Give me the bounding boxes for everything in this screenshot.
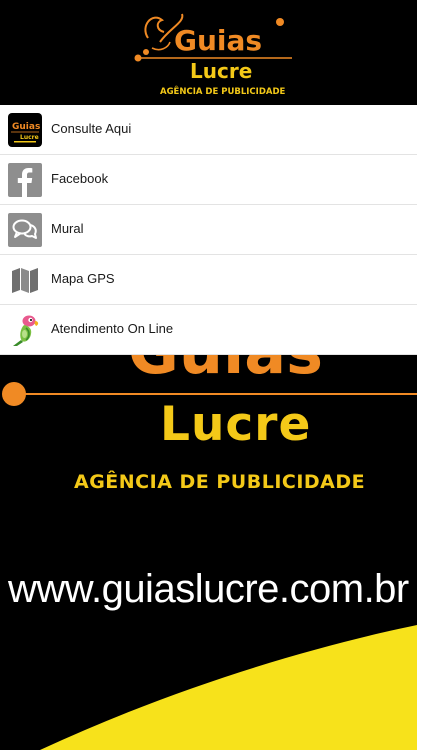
- guias-lucre-logo-icon: Guias Lucre: [8, 113, 42, 147]
- chat-bubbles-icon: [8, 213, 42, 247]
- svg-text:AGÊNCIA DE PUBLICIDADE: AGÊNCIA DE PUBLICIDADE: [160, 85, 286, 97]
- poster-url: www.guiaslucre.com.br: [8, 567, 409, 611]
- side-menu: Guias Lucre Consulte Aqui Facebook Mural…: [0, 105, 417, 355]
- app-header: Guias Lucre AGÊNCIA DE PUBLICIDADE: [0, 0, 417, 105]
- parrot-icon: [8, 313, 42, 347]
- menu-item-consulte-aqui[interactable]: Guias Lucre Consulte Aqui: [0, 105, 417, 155]
- svg-text:Guias: Guias: [12, 122, 40, 132]
- poster-dot: [2, 382, 26, 406]
- svg-text:Lucre: Lucre: [20, 134, 39, 141]
- poster-title-partial: Guias: [128, 355, 323, 388]
- menu-item-mural[interactable]: Mural: [0, 205, 417, 255]
- menu-item-label: Facebook: [51, 171, 109, 186]
- menu-item-mapa-gps[interactable]: Mapa GPS: [0, 255, 417, 305]
- svg-text:Guias: Guias: [174, 24, 262, 57]
- menu-item-label: Atendimento On Line: [51, 321, 174, 336]
- menu-item-label: Mapa GPS: [51, 271, 115, 286]
- poster-brand: Lucre: [160, 397, 312, 452]
- guias-lucre-logo: Guias Lucre AGÊNCIA DE PUBLICIDADE: [134, 13, 292, 97]
- poster-tagline: AGÊNCIA DE PUBLICIDADE: [74, 471, 366, 493]
- menu-item-facebook[interactable]: Facebook: [0, 155, 417, 205]
- menu-item-label: Mural: [51, 221, 84, 236]
- map-icon: [8, 263, 42, 297]
- background-poster: Guias Lucre AGÊNCIA DE PUBLICIDADE www.g…: [0, 355, 417, 750]
- svg-text:Lucre: Lucre: [190, 59, 252, 83]
- poster-swoosh: [40, 625, 417, 750]
- facebook-icon: [8, 163, 42, 197]
- menu-item-atendimento-online[interactable]: Atendimento On Line: [0, 305, 417, 355]
- menu-item-label: Consulte Aqui: [51, 121, 132, 136]
- right-gutter: [417, 0, 422, 750]
- app-screen: Guias Lucre AGÊNCIA DE PUBLICIDADE www.g…: [0, 0, 417, 750]
